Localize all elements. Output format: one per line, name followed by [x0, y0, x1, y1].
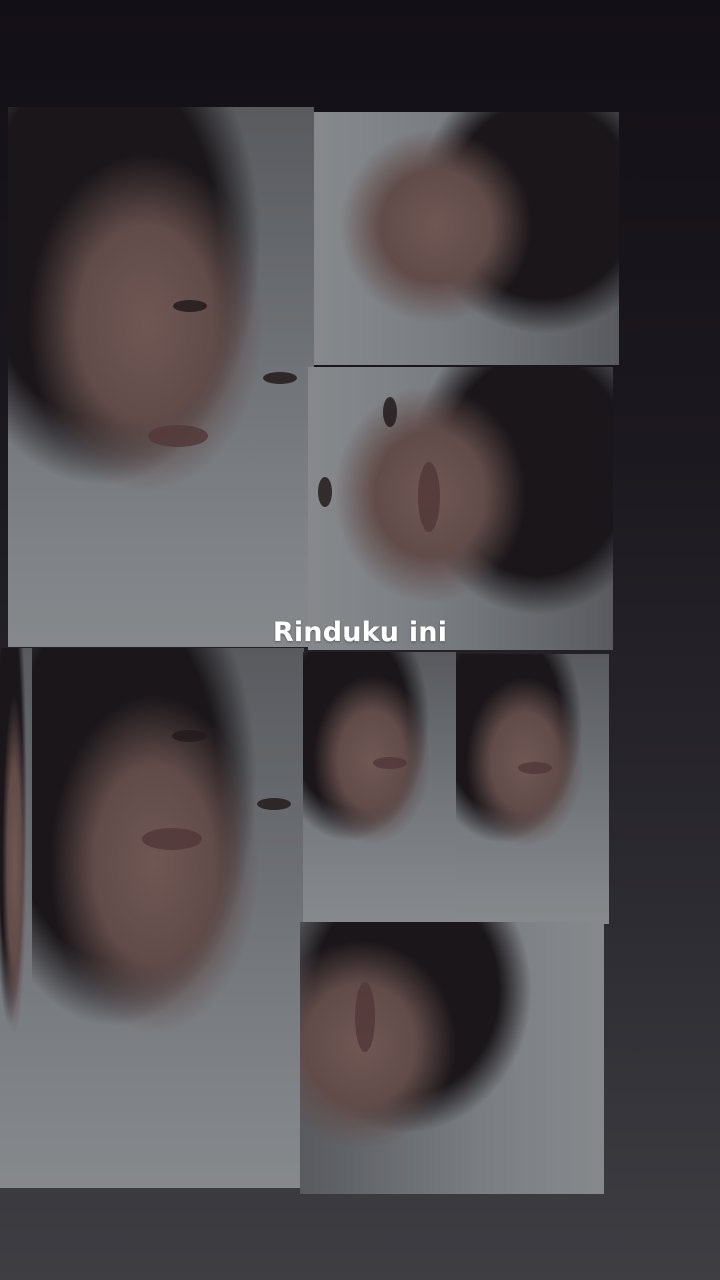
eye-right-mark — [257, 798, 291, 810]
smile-mark — [142, 828, 202, 850]
photo-selfie-bottom-right-rotated — [300, 922, 604, 1194]
story-caption: Rinduku ini — [272, 617, 448, 648]
smile-mark — [148, 425, 208, 447]
smile-mark — [355, 982, 375, 1052]
photo-selfie-left-edge-partial — [0, 648, 32, 1188]
eye-mark — [383, 397, 397, 427]
eye-left-mark — [172, 730, 206, 742]
photo-selfie-large-top-left — [8, 107, 314, 647]
photo-selfie-small-right — [456, 654, 609, 924]
smile-mark — [418, 462, 440, 532]
photo-selfie-small-center — [303, 652, 456, 922]
smile-mark — [373, 757, 407, 769]
eye-right-mark — [263, 372, 297, 384]
eye-left-mark — [173, 300, 207, 312]
photo-selfie-large-bottom-left — [32, 648, 304, 1188]
photo-selfie-top-right-rotated — [314, 112, 619, 365]
photo-selfie-middle-right-rotated — [308, 367, 613, 650]
eye-mark-2 — [318, 477, 332, 507]
smile-mark — [518, 762, 552, 774]
